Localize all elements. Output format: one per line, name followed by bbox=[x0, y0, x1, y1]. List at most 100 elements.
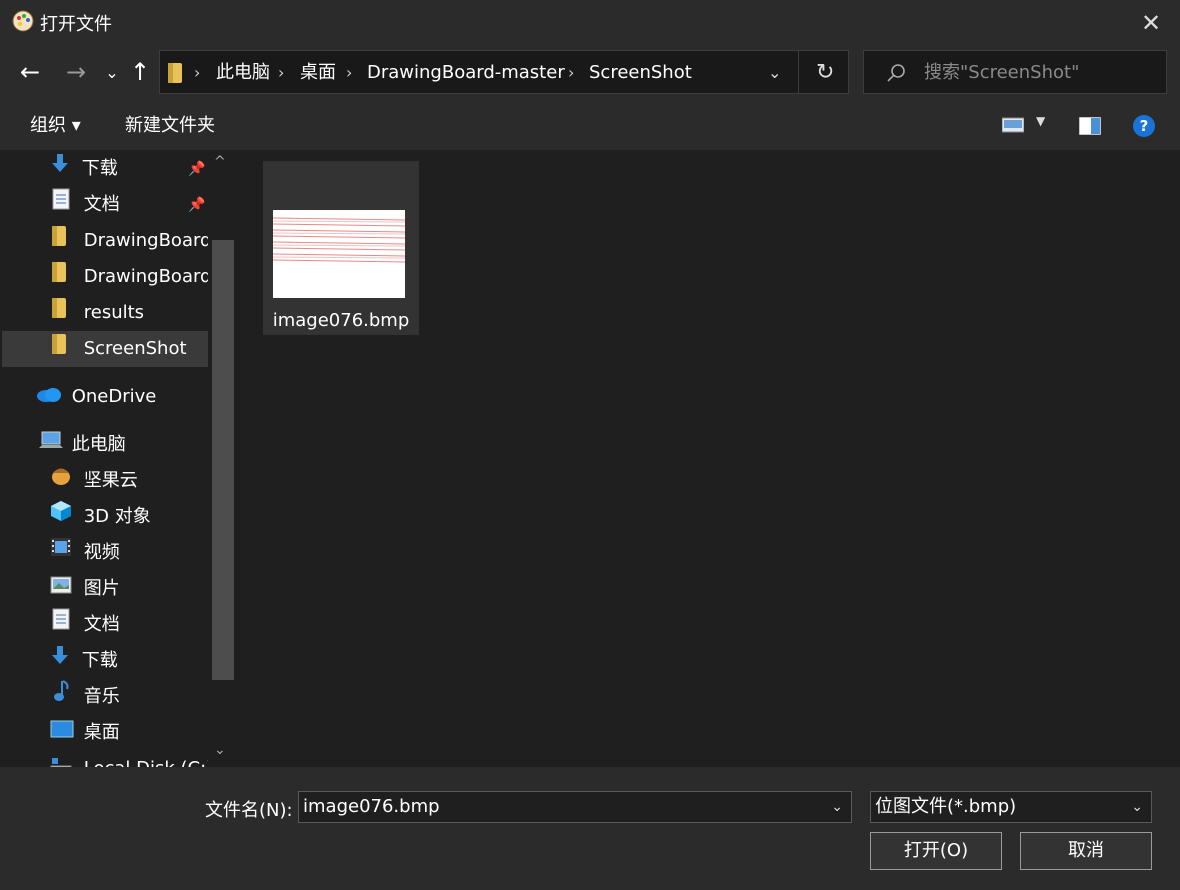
forward-button[interactable]: → bbox=[62, 58, 90, 86]
breadcrumb-separator: › bbox=[194, 63, 201, 82]
open-button[interactable]: 打开(O) bbox=[870, 832, 1002, 870]
chevron-down-icon: ⌄ bbox=[214, 742, 226, 758]
sidebar-item-onedrive[interactable]: OneDrive bbox=[2, 379, 208, 415]
sidebar-item-label: results bbox=[83, 302, 145, 323]
organize-button[interactable]: 组织 ▾ bbox=[30, 102, 81, 150]
folder-icon bbox=[52, 331, 66, 367]
sidebar-item-label: 视频 bbox=[83, 542, 120, 563]
folder-icon bbox=[52, 259, 66, 295]
sidebar-item-label: 文档 bbox=[83, 194, 120, 215]
change-view-button[interactable] bbox=[1001, 116, 1025, 139]
sidebar-item-documents[interactable]: 文档 bbox=[2, 607, 208, 643]
view-options-button[interactable]: ▼ bbox=[1036, 114, 1045, 128]
recent-locations-button[interactable]: ⌄ bbox=[98, 58, 126, 86]
sidebar-item-label: 图片 bbox=[83, 578, 120, 599]
sidebar-item-label: 下载 bbox=[81, 650, 118, 671]
music-icon bbox=[52, 679, 72, 715]
chevron-down-icon[interactable]: ⌄ bbox=[1131, 792, 1143, 822]
scroll-up-button[interactable]: ^ bbox=[214, 154, 226, 170]
onedrive-cloud-icon bbox=[36, 379, 62, 415]
document-icon bbox=[52, 187, 70, 223]
document-icon bbox=[52, 607, 70, 643]
folder-icon bbox=[52, 295, 66, 331]
sidebar-item-label: Local Disk (C:) bbox=[84, 758, 208, 767]
chevron-down-icon[interactable]: ⌄ bbox=[831, 792, 843, 822]
sidebar-item-downloads[interactable]: 下载 bbox=[2, 643, 208, 679]
arrow-left-icon: ← bbox=[19, 58, 41, 86]
filename-value: image076.bmp bbox=[303, 796, 440, 817]
sidebar-item-label: 音乐 bbox=[83, 686, 120, 707]
computer-icon bbox=[38, 427, 64, 463]
sidebar-item-label: 3D 对象 bbox=[83, 506, 151, 527]
close-button[interactable]: ✕ bbox=[1134, 6, 1168, 40]
desktop-icon bbox=[50, 715, 74, 751]
sidebar-item-videos[interactable]: 视频 bbox=[2, 535, 208, 571]
close-icon: ✕ bbox=[1140, 9, 1162, 37]
sidebar-item-label: 坚果云 bbox=[83, 470, 138, 491]
view-icon bbox=[1001, 117, 1025, 139]
video-icon bbox=[50, 535, 72, 571]
pin-icon[interactable]: 📌 bbox=[188, 151, 205, 187]
scrollbar-thumb[interactable] bbox=[212, 240, 234, 680]
title-bar bbox=[0, 0, 1180, 44]
breadcrumb-this-pc[interactable]: 此电脑 bbox=[216, 51, 270, 95]
breadcrumb-screenshot[interactable]: ScreenShot bbox=[589, 51, 692, 95]
breadcrumb-drawingboard-master[interactable]: DrawingBoard-master bbox=[367, 51, 565, 95]
sidebar-item-screenshot[interactable]: ScreenShot bbox=[2, 331, 208, 367]
sidebar-item-nutstore[interactable]: 坚果云 bbox=[2, 463, 208, 499]
filename-label: 文件名(N): bbox=[205, 800, 293, 821]
sidebar-item-pictures[interactable]: 图片 bbox=[2, 571, 208, 607]
help-button[interactable]: ? bbox=[1133, 115, 1155, 137]
download-arrow-icon bbox=[50, 643, 70, 679]
back-button[interactable]: ← bbox=[16, 58, 44, 86]
sidebar-item-label: OneDrive bbox=[71, 386, 157, 407]
new-folder-button[interactable]: 新建文件夹 bbox=[125, 102, 215, 150]
breadcrumb-separator: › bbox=[346, 63, 353, 82]
filetype-select[interactable]: 位图文件(*.bmp) ⌄ bbox=[870, 791, 1152, 823]
folder-icon bbox=[52, 223, 66, 259]
sidebar-item-documents-pinned[interactable]: 文档 📌 bbox=[2, 187, 208, 223]
address-history-button[interactable]: ⌄ bbox=[768, 51, 781, 95]
refresh-icon: ↻ bbox=[816, 60, 835, 85]
sidebar-item-label: 下载 bbox=[81, 158, 118, 179]
file-thumbnail bbox=[273, 210, 405, 298]
sidebar-item-downloads-pinned[interactable]: 下载 📌 bbox=[2, 151, 208, 187]
cancel-button[interactable]: 取消 bbox=[1020, 832, 1152, 870]
sidebar-item-3d-objects[interactable]: 3D 对象 bbox=[2, 499, 208, 535]
up-button[interactable]: ↑ bbox=[126, 58, 154, 86]
sidebar-item-label: ScreenShot bbox=[83, 338, 187, 359]
folder-icon bbox=[168, 63, 182, 88]
chevron-down-icon: ⌄ bbox=[105, 62, 119, 82]
chevron-up-icon: ^ bbox=[214, 154, 226, 170]
drive-icon bbox=[50, 751, 72, 767]
sidebar-item-this-pc[interactable]: 此电脑 bbox=[2, 427, 208, 463]
help-icon: ? bbox=[1139, 117, 1149, 135]
sidebar-item-results[interactable]: results bbox=[2, 295, 208, 331]
preview-pane-button[interactable] bbox=[1078, 116, 1102, 140]
search-icon bbox=[886, 63, 906, 88]
pictures-icon bbox=[50, 571, 72, 607]
pin-icon[interactable]: 📌 bbox=[188, 187, 205, 223]
search-placeholder: 搜索"ScreenShot" bbox=[924, 62, 1080, 83]
caret-down-icon: ▼ bbox=[1036, 114, 1046, 128]
sidebar-item-drawingboard[interactable]: DrawingBoard bbox=[2, 223, 208, 259]
sidebar-item-label: DrawingBoard- bbox=[83, 266, 208, 287]
preview-pane-icon bbox=[1078, 116, 1102, 140]
arrow-up-icon: ↑ bbox=[129, 58, 151, 86]
sidebar-item-desktop[interactable]: 桌面 bbox=[2, 715, 208, 751]
chevron-down-icon: ⌄ bbox=[768, 63, 782, 82]
scroll-down-button[interactable]: ⌄ bbox=[214, 742, 226, 758]
sidebar-item-label: 此电脑 bbox=[71, 434, 126, 455]
sidebar-item-music[interactable]: 音乐 bbox=[2, 679, 208, 715]
filename-input[interactable]: image076.bmp ⌄ bbox=[298, 791, 852, 823]
search-input[interactable]: 搜索"ScreenShot" bbox=[863, 50, 1167, 94]
nut-cloud-icon bbox=[50, 463, 72, 499]
filetype-value: 位图文件(*.bmp) bbox=[875, 796, 1017, 817]
refresh-button[interactable]: ↻ bbox=[816, 51, 834, 95]
breadcrumb-desktop[interactable]: 桌面 bbox=[300, 51, 336, 95]
sidebar-item-label: 桌面 bbox=[83, 722, 120, 743]
sidebar-item-drawingboard-master[interactable]: DrawingBoard- bbox=[2, 259, 208, 295]
address-bar[interactable]: › 此电脑 › 桌面 › DrawingBoard-master › Scree… bbox=[159, 50, 849, 94]
breadcrumb-separator: › bbox=[278, 63, 285, 82]
sidebar-item-local-disk[interactable]: Local Disk (C:) bbox=[2, 751, 208, 767]
